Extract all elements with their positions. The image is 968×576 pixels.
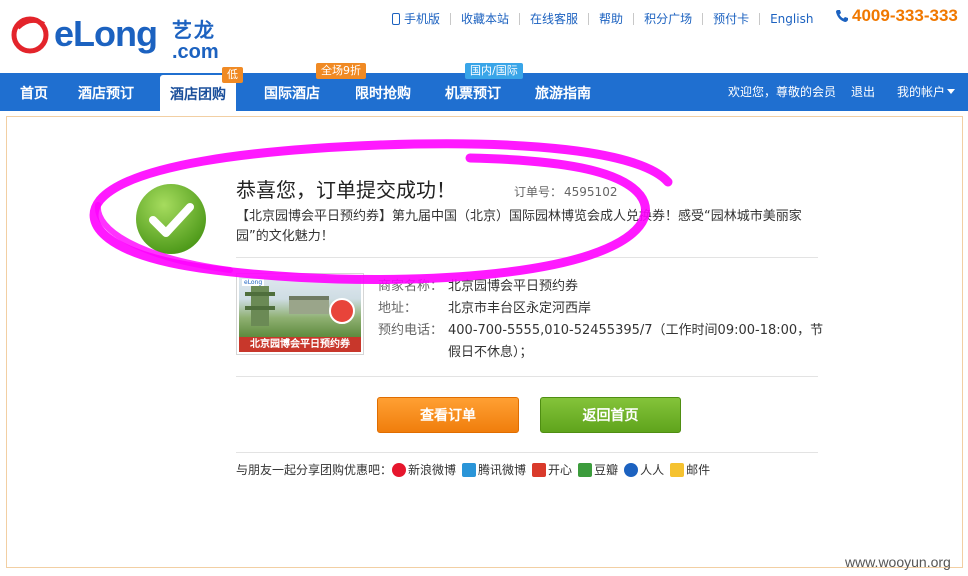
nav-home[interactable]: 首页	[10, 73, 58, 111]
hotline-number: 4009-333-333	[852, 6, 958, 25]
share-item-label: 腾讯微博	[478, 463, 527, 477]
tencent-weibo-icon	[462, 462, 477, 477]
address-label: 地址：	[378, 301, 418, 316]
nav-badge-domestic-intl: 国内/国际	[465, 63, 523, 79]
main-nav: 首页 酒店预订 酒店团购 低 国际酒店 全场9折 限时抢购 机票预订 国内/国际…	[0, 63, 968, 111]
telephone-icon	[836, 10, 848, 22]
top-link-online-service[interactable]: 在线客服	[519, 13, 588, 25]
merchant-name: 北京园博会平日预约券	[448, 279, 579, 294]
share-douban[interactable]: 豆瓣	[578, 461, 618, 478]
pagoda-graphic	[245, 286, 275, 326]
order-number-label: 订单号：	[514, 185, 563, 199]
top-link-prepaid-card[interactable]: 预付卡	[702, 13, 759, 25]
logo-suffix: 艺龙 .com	[172, 14, 219, 64]
top-link-bookmark[interactable]: 收藏本站	[450, 13, 519, 25]
view-order-button[interactable]: 查看订单	[377, 397, 519, 433]
phone-value-line2: 假日不休息）；	[448, 345, 533, 360]
nav-flight-booking[interactable]: 机票预订 国内/国际	[435, 63, 523, 111]
top-link-label: 手机版	[404, 12, 441, 26]
share-label: 与朋友一起分享团购优惠吧：	[236, 463, 393, 477]
nav-badge-low: 低	[222, 67, 243, 83]
mobile-phone-icon	[392, 13, 400, 25]
order-number-value: 4595102	[564, 185, 618, 199]
douban-icon	[578, 462, 593, 477]
nav-hotel-booking[interactable]: 酒店预订	[68, 73, 144, 111]
deal-description: 【北京园博会平日预约券】第九届中国（北京）国际园林博览会成人兑换券！感受“园林城…	[236, 209, 802, 244]
hotline: 4009-333-333	[835, 6, 958, 26]
my-account-label: 我的帐户	[897, 85, 946, 99]
logo-domain: .com	[172, 41, 219, 63]
nav-item-label: 国际酒店	[264, 86, 320, 102]
share-item-label: 邮件	[686, 463, 711, 477]
share-kaixin[interactable]: 开心	[532, 461, 572, 478]
top-link-help[interactable]: 帮助	[588, 13, 633, 25]
success-check-icon	[136, 184, 206, 254]
share-bar: 与朋友一起分享团购优惠吧： 新浪微博 腾讯微博 开心 豆瓣 人人 邮件	[236, 461, 716, 478]
chevron-down-icon	[947, 89, 956, 94]
voucher-image: eLong 北京园博会平日预约券	[239, 276, 361, 352]
kaixin-icon	[532, 462, 547, 477]
divider	[236, 257, 818, 258]
success-title: 恭喜您，订单提交成功！	[236, 178, 456, 202]
watermark: www.wooyun.org	[845, 554, 951, 570]
building-graphic	[289, 296, 329, 314]
logout-link[interactable]: 退出	[851, 73, 875, 111]
back-home-button[interactable]: 返回首页	[540, 397, 681, 433]
mail-icon	[670, 462, 685, 477]
share-item-label: 豆瓣	[594, 463, 619, 477]
top-links: 手机版 收藏本站 在线客服 帮助 积分广场 预付卡 English	[392, 10, 823, 28]
nav-item-label: 机票预订	[445, 86, 501, 102]
order-number: 订单号： 4595102	[512, 183, 617, 200]
weibo-icon	[392, 462, 407, 477]
address-value: 北京市丰台区永定河西岸	[448, 301, 592, 316]
nav-travel-guide[interactable]: 旅游指南	[525, 73, 601, 111]
phone-label: 预约电话：	[378, 323, 444, 338]
nav-international-hotel[interactable]: 国际酒店 全场9折	[254, 63, 366, 111]
elong-logo[interactable]: eLong	[8, 12, 158, 56]
site-header: eLong 艺龙 .com 手机版 收藏本站 在线客服 帮助 积分广场 预付卡 …	[0, 0, 968, 72]
share-item-label: 新浪微博	[408, 463, 457, 477]
nav-flash-sale[interactable]: 限时抢购	[345, 73, 421, 111]
share-item-label: 开心	[548, 463, 573, 477]
top-link-mobile[interactable]: 手机版	[392, 13, 450, 25]
share-renren[interactable]: 人人	[624, 461, 664, 478]
share-item-label: 人人	[640, 463, 665, 477]
nav-hotel-groupon[interactable]: 酒店团购 低	[160, 67, 243, 111]
welcome-text: 欢迎您，尊敬的会员	[728, 85, 837, 99]
top-link-english[interactable]: English	[759, 13, 823, 25]
divider	[236, 452, 818, 453]
voucher-thumbnail[interactable]: eLong 北京园博会平日预约券	[236, 273, 364, 355]
share-email[interactable]: 邮件	[670, 461, 710, 478]
logo-text: eLong	[54, 13, 158, 54]
mascot-graphic	[329, 298, 355, 324]
logo-chinese-name: 艺龙	[172, 20, 216, 42]
voucher-image-label: 北京园博会平日预约券	[250, 339, 350, 350]
top-link-points-mall[interactable]: 积分广场	[633, 13, 702, 25]
divider	[236, 376, 818, 377]
nav-item-label: 酒店团购	[170, 87, 226, 103]
share-tencent-weibo[interactable]: 腾讯微博	[462, 461, 526, 478]
phone-value-line1: 400-700-5555,010-52455395/7（工作时间09:00-18…	[448, 323, 824, 338]
my-account-menu[interactable]: 我的帐户	[897, 73, 956, 111]
renren-icon	[624, 462, 639, 477]
voucher-brand: eLong	[242, 279, 265, 286]
share-sina-weibo[interactable]: 新浪微博	[392, 461, 456, 478]
dragon-logo-icon	[11, 16, 49, 54]
merchant-name-label: 商家名称：	[378, 279, 444, 294]
